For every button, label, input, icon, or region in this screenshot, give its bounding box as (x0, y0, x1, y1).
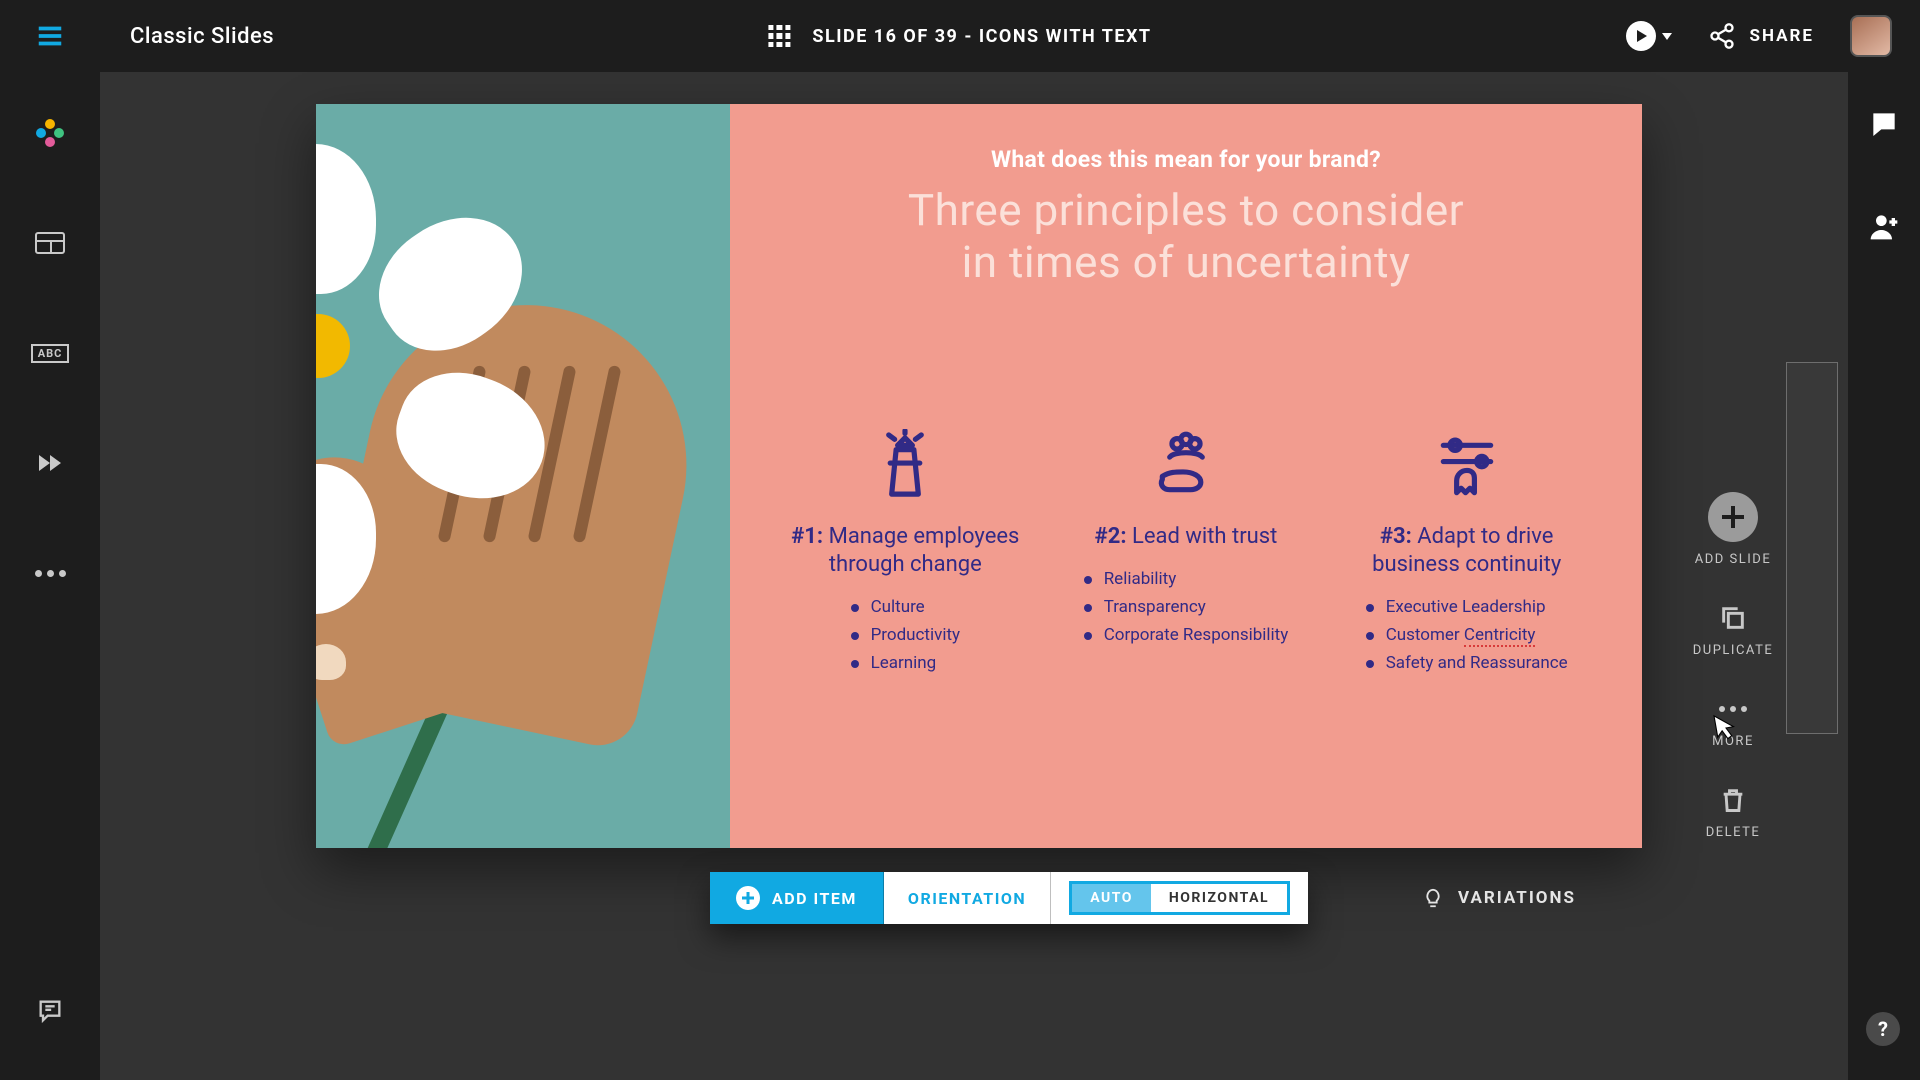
column-title[interactable]: #1: Manage employeesthrough change (770, 523, 1041, 579)
slide-position-label: SLIDE 16 OF 39 - ICONS WITH TEXT (812, 26, 1151, 47)
variations-label: VARIATIONS (1458, 888, 1576, 908)
duplicate-label: DUPLICATE (1693, 643, 1773, 658)
text-style-button[interactable]: ABC (29, 332, 71, 374)
orientation-label[interactable]: ORIENTATION (884, 872, 1051, 924)
orientation-horizontal[interactable]: HORIZONTAL (1151, 884, 1287, 912)
bullet-item[interactable]: Productivity (851, 621, 961, 649)
user-avatar[interactable] (1850, 15, 1892, 57)
slide-headline[interactable]: Three principles to consider in times of… (770, 185, 1602, 289)
share-button[interactable]: SHARE (1708, 22, 1815, 50)
smart-templates-button[interactable] (29, 112, 71, 154)
add-slide-label: ADD SLIDE (1695, 552, 1771, 567)
bullet-item[interactable]: Corporate Responsibility (1084, 621, 1289, 649)
present-button[interactable] (1626, 21, 1672, 51)
slide-navigator[interactable]: SLIDE 16 OF 39 - ICONS WITH TEXT (768, 25, 1151, 47)
column-title[interactable]: #2: Lead with trust (1051, 523, 1322, 551)
chevron-down-icon (1662, 33, 1672, 40)
icon-columns: #1: Manage employeesthrough change Cultu… (770, 429, 1602, 677)
editor-canvas: What does this mean for your brand? Thre… (100, 72, 1848, 1080)
orientation-auto[interactable]: AUTO (1072, 884, 1151, 912)
bullet-item[interactable]: Learning (851, 649, 961, 677)
add-item-label: ADD ITEM (772, 889, 857, 908)
duplicate-icon (1718, 603, 1748, 633)
grid-icon (768, 25, 790, 47)
more-tools-button[interactable] (29, 552, 71, 594)
lighthouse-icon (862, 429, 948, 503)
ellipsis-icon (35, 570, 66, 577)
icon-column[interactable]: #2: Lead with trust Reliability Transpar… (1051, 429, 1322, 677)
icon-column[interactable]: #1: Manage employeesthrough change Cultu… (770, 429, 1041, 677)
deck-title[interactable]: Classic Slides (130, 24, 274, 49)
left-sidebar: ABC (0, 72, 100, 1080)
misspelled-word[interactable]: Centricity (1464, 625, 1536, 647)
slider-tap-icon (1424, 429, 1510, 503)
bullet-item[interactable]: Reliability (1084, 565, 1289, 593)
plus-icon (736, 886, 760, 910)
column-bullets[interactable]: Reliability Transparency Corporate Respo… (1084, 565, 1289, 649)
slide-actions: ADD SLIDE DUPLICATE MORE DELETE (1678, 492, 1788, 840)
icon-column[interactable]: #3: Adapt to drivebusiness continuity Ex… (1331, 429, 1602, 677)
column-title[interactable]: #3: Adapt to drivebusiness continuity (1331, 523, 1602, 579)
add-slide-button[interactable]: ADD SLIDE (1695, 492, 1771, 567)
lightbulb-icon (1422, 887, 1444, 909)
slide-image[interactable] (316, 104, 730, 848)
right-sidebar (1848, 72, 1920, 1080)
trash-icon (1718, 785, 1748, 815)
abc-icon: ABC (31, 344, 70, 363)
bullet-item[interactable]: Safety and Reassurance (1366, 649, 1568, 677)
delete-button[interactable]: DELETE (1706, 785, 1761, 840)
people-hand-icon (1143, 429, 1229, 503)
slide[interactable]: What does this mean for your brand? Thre… (316, 104, 1642, 848)
fast-forward-icon (39, 455, 61, 471)
animate-button[interactable] (29, 442, 71, 484)
delete-label: DELETE (1706, 825, 1761, 840)
bullet-item[interactable]: Executive Leadership (1366, 593, 1568, 621)
slide-edit-toolbar: ADD ITEM ORIENTATION AUTO HORIZONTAL (710, 872, 1308, 924)
column-bullets[interactable]: Executive Leadership Customer Centricity… (1366, 593, 1568, 677)
slide-eyebrow[interactable]: What does this mean for your brand? (770, 146, 1602, 173)
layout-icon (35, 232, 65, 254)
plus-icon (1708, 492, 1758, 542)
person-plus-icon (1868, 210, 1900, 242)
variations-button[interactable]: VARIATIONS (1422, 887, 1576, 909)
smart-templates-icon (36, 119, 64, 147)
share-icon (1708, 22, 1736, 50)
comments-button[interactable] (1868, 108, 1900, 144)
share-label: SHARE (1750, 26, 1815, 46)
column-bullets[interactable]: Culture Productivity Learning (851, 593, 961, 677)
help-button[interactable]: ? (1866, 1012, 1900, 1046)
bullet-item[interactable]: Transparency (1084, 593, 1289, 621)
top-bar: Classic Slides SLIDE 16 OF 39 - ICONS WI… (0, 0, 1920, 72)
layout-button[interactable] (29, 222, 71, 264)
duplicate-button[interactable]: DUPLICATE (1693, 603, 1773, 658)
play-icon (1626, 21, 1656, 51)
add-collaborator-button[interactable] (1868, 210, 1900, 246)
add-item-button[interactable]: ADD ITEM (710, 872, 884, 924)
slide-content[interactable]: What does this mean for your brand? Thre… (730, 104, 1642, 848)
notes-icon (36, 997, 64, 1025)
bullet-item[interactable]: Customer Centricity (1366, 621, 1568, 649)
actions-selection-box (1786, 362, 1838, 734)
bullet-item[interactable]: Culture (851, 593, 961, 621)
comment-icon (1868, 108, 1900, 140)
speaker-notes-button[interactable] (29, 990, 71, 1032)
menu-button[interactable] (0, 21, 100, 51)
orientation-toggle[interactable]: AUTO HORIZONTAL (1051, 872, 1308, 924)
